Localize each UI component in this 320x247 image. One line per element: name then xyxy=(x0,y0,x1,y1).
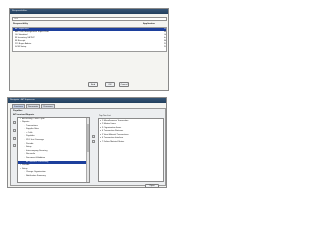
tree-item-label: Setup xyxy=(26,146,32,149)
tree-scrollbar[interactable] xyxy=(86,117,89,182)
tree-item-label: Supplier Sites xyxy=(26,128,39,131)
responsibilities-dialog: Responsibilities %% Responsibility Appli… xyxy=(9,8,169,91)
responsibility-label: Payables xyxy=(13,109,23,112)
top-ten-item-label: 3 Organization Items xyxy=(102,126,122,129)
responsibility-rows: AP SuperuserPayablesAR Cash Management S… xyxy=(13,27,166,49)
responsibility-row[interactable]: SCM Setup Payables xyxy=(13,46,166,49)
tree-item-label: Payables xyxy=(26,135,35,138)
tree-item-label: Periodic xyxy=(26,142,34,145)
tree-item-label: Reconcile xyxy=(26,153,36,156)
tree-item-label: AP Interface Processing xyxy=(26,160,49,163)
tree-item-label: Change Organization xyxy=(26,171,46,174)
remove-from-list-icon[interactable] xyxy=(13,143,16,147)
top-ten-item-label: 5 View Material Transactions xyxy=(102,133,129,136)
top-ten-item-label: 6 Transaction Interface xyxy=(102,137,124,140)
function-tree: +Accounting: Close Cycle −Reports ·Transac… xyxy=(17,116,90,183)
tree-item-label: Transactions xyxy=(26,124,38,127)
dialog-titlebar: Responsibilities xyxy=(10,9,168,14)
tree-item-label: Intercompany Sourcing xyxy=(26,149,48,152)
application-name: Payables xyxy=(164,45,167,48)
top-ten-item-label: 1 Miscellaneous Transaction xyxy=(102,119,129,122)
tree-item-label: Setup xyxy=(22,167,28,170)
responsibility-list: AP SuperuserPayablesAR Cash Management S… xyxy=(12,26,167,52)
tree-item-label: Reports xyxy=(22,121,30,124)
find-button[interactable]: Find xyxy=(88,82,98,87)
navigator-titlebar: Navigator - AP Superuser xyxy=(8,98,166,103)
top-ten-rows: ▸1 Miscellaneous Transaction ▸2 Master It… xyxy=(99,119,163,145)
top-ten-item-label: 7 Define Material Status xyxy=(102,141,125,144)
tree-item-label: + Calls xyxy=(26,131,33,134)
ok-button[interactable]: OK xyxy=(105,82,115,87)
top-ten-item-label: 2 Master Items xyxy=(102,123,116,126)
tree-item-label: XDC Inst Coverage xyxy=(26,139,44,142)
tree-item-label: Periodic xyxy=(22,164,30,167)
top-ten-list: ▸1 Miscellaneous Transaction ▸2 Master It… xyxy=(98,117,164,182)
tree-scrollbar-thumb[interactable] xyxy=(87,123,89,152)
tree-item[interactable]: ·Notification Summary xyxy=(18,175,89,179)
tree-item-label: Accounting: Close Cycle xyxy=(22,117,45,120)
search-input[interactable]: %% xyxy=(12,17,167,21)
open-button[interactable]: Open xyxy=(145,184,159,188)
top-ten-item[interactable]: ▸7 Define Material Status xyxy=(99,141,163,145)
function-tree-rows: +Accounting: Close Cycle −Reports ·Transac… xyxy=(18,118,89,179)
tree-item-label: Notification Summary xyxy=(26,175,46,177)
top-ten-item-label: 4 Transaction Statuses xyxy=(102,130,124,133)
navigator-window: Navigator - AP Superuser Functions Docum… xyxy=(7,97,167,188)
tree-item-label: Document Validation xyxy=(26,157,46,160)
add-function-icon[interactable] xyxy=(92,134,95,138)
responsibility-name: SCM Setup xyxy=(15,45,27,48)
collapse-icon[interactable] xyxy=(13,128,16,132)
cancel-button[interactable]: Cancel xyxy=(119,82,129,87)
expand-icon[interactable] xyxy=(13,120,16,124)
remove-function-icon[interactable] xyxy=(92,139,95,143)
navigator-panel: Payables AP Invoices/Reports +Accounting… xyxy=(10,107,166,186)
add-to-list-icon[interactable] xyxy=(13,136,16,140)
